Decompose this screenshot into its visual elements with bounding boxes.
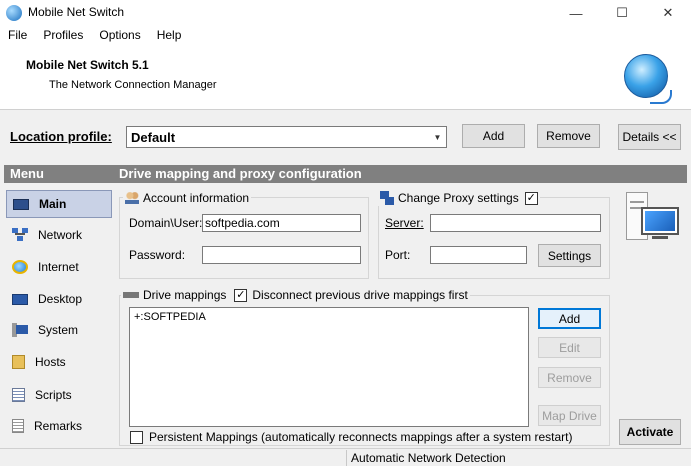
persistent-checkbox[interactable] xyxy=(130,430,143,444)
domain-user-input[interactable]: softpedia.com xyxy=(202,214,361,232)
persistent-label: Persistent Mappings (automatically recon… xyxy=(149,430,573,444)
sidebar-item-label: Remarks xyxy=(34,419,83,433)
sidebar-item-label: Internet xyxy=(38,260,79,274)
remove-drive-button[interactable]: Remove xyxy=(538,367,601,388)
disconnect-checkbox[interactable]: ✓ xyxy=(234,288,248,302)
account-group-title: Account information xyxy=(123,190,252,206)
internet-explorer-icon xyxy=(12,260,28,274)
password-label: Password: xyxy=(129,248,186,262)
server-label: Server: xyxy=(385,216,424,230)
proxy-group-title: Change Proxy settings ✓ xyxy=(378,190,540,206)
domain-user-label: Domain\User: xyxy=(129,216,203,230)
location-profile-select[interactable]: Default ▼ xyxy=(126,126,447,148)
sidebar-item-remarks[interactable]: Remarks xyxy=(6,412,112,440)
remove-profile-button[interactable]: Remove xyxy=(537,124,600,148)
monitor-icon xyxy=(641,207,679,235)
status-left xyxy=(0,450,346,466)
remarks-icon xyxy=(12,419,24,433)
proxy-settings-button[interactable]: Settings xyxy=(538,244,601,267)
disconnect-label: Disconnect previous drive mappings first xyxy=(252,288,468,302)
sidebar-item-hosts[interactable]: Hosts xyxy=(6,348,112,376)
password-input[interactable] xyxy=(202,246,361,264)
sidebar-item-label: Network xyxy=(38,228,83,242)
sidebar: Main Network Internet Desktop System Hos… xyxy=(4,184,114,446)
drive-mappings-label: Drive mappings xyxy=(143,288,227,302)
close-button[interactable]: ✕ xyxy=(645,0,691,26)
chevron-down-icon[interactable]: ▼ xyxy=(429,127,446,147)
location-profile-label: Location profile: xyxy=(10,129,112,144)
menu-options[interactable]: Options xyxy=(91,26,148,46)
network-icon xyxy=(12,228,28,242)
sidebar-item-label: Hosts xyxy=(35,355,66,369)
sidebar-item-system[interactable]: System xyxy=(6,316,112,344)
sidebar-item-desktop[interactable]: Desktop xyxy=(6,285,112,313)
sidebar-item-label: Scripts xyxy=(35,388,72,402)
drive-mappings-list[interactable]: +:SOFTPEDIA xyxy=(129,307,529,427)
status-detection: Automatic Network Detection xyxy=(346,450,691,466)
main-monitor-icon xyxy=(13,198,29,210)
sidebar-item-label: System xyxy=(38,323,79,337)
drive-icon xyxy=(123,289,139,301)
map-drive-button[interactable]: Map Drive xyxy=(538,405,601,426)
desktop-icon xyxy=(12,293,28,305)
drive-mappings-title: Drive mappings ✓ Disconnect previous dri… xyxy=(121,287,470,303)
menu-help[interactable]: Help xyxy=(149,26,190,46)
location-profile-value: Default xyxy=(131,130,176,145)
title-bar: Mobile Net Switch — ☐ ✕ xyxy=(0,0,691,26)
port-input[interactable] xyxy=(430,246,527,264)
sidebar-item-label: Main xyxy=(39,197,67,211)
system-icon xyxy=(12,323,28,337)
menu-heading: Menu xyxy=(10,166,44,181)
menu-bar: File Profiles Options Help xyxy=(0,26,691,46)
proxy-icon xyxy=(380,191,394,205)
sidebar-item-internet[interactable]: Internet xyxy=(6,253,112,281)
details-button[interactable]: Details << xyxy=(618,124,681,150)
list-item[interactable]: +:SOFTPEDIA xyxy=(134,311,206,323)
status-bar: Automatic Network Detection xyxy=(0,448,691,466)
section-bar: Menu Drive mapping and proxy configurati… xyxy=(4,165,687,183)
cable-icon xyxy=(650,90,672,104)
monitor-stand xyxy=(652,236,668,239)
sidebar-item-label: Desktop xyxy=(38,292,83,306)
server-input[interactable] xyxy=(430,214,601,232)
sidebar-item-network[interactable]: Network xyxy=(6,221,112,249)
sidebar-item-main[interactable]: Main xyxy=(6,190,112,218)
persistent-row: Persistent Mappings (automatically recon… xyxy=(130,430,573,444)
add-drive-button[interactable]: Add xyxy=(538,308,601,329)
proxy-title-label: Change Proxy settings xyxy=(398,191,519,205)
app-name: Mobile Net Switch 5.1 xyxy=(26,58,149,72)
sidebar-item-scripts[interactable]: Scripts xyxy=(6,381,112,409)
minimize-button[interactable]: — xyxy=(553,0,599,26)
proxy-enable-checkbox[interactable]: ✓ xyxy=(524,191,538,205)
port-label: Port: xyxy=(385,248,411,262)
section-title: Drive mapping and proxy configuration xyxy=(119,166,362,181)
scripts-icon xyxy=(12,388,25,402)
hosts-icon xyxy=(12,355,25,369)
activate-button[interactable]: Activate xyxy=(619,419,681,445)
account-title-label: Account information xyxy=(143,191,250,205)
header-banner: Mobile Net Switch 5.1 The Network Connec… xyxy=(0,46,691,110)
account-group xyxy=(119,197,369,279)
window-title: Mobile Net Switch xyxy=(28,5,125,19)
app-icon xyxy=(6,5,22,21)
add-profile-button[interactable]: Add xyxy=(462,124,525,148)
menu-file[interactable]: File xyxy=(0,26,35,46)
edit-drive-button[interactable]: Edit xyxy=(538,337,601,358)
users-icon xyxy=(125,192,139,204)
menu-profiles[interactable]: Profiles xyxy=(35,26,91,46)
app-subtitle: The Network Connection Manager xyxy=(49,79,217,91)
maximize-button[interactable]: ☐ xyxy=(599,0,645,26)
